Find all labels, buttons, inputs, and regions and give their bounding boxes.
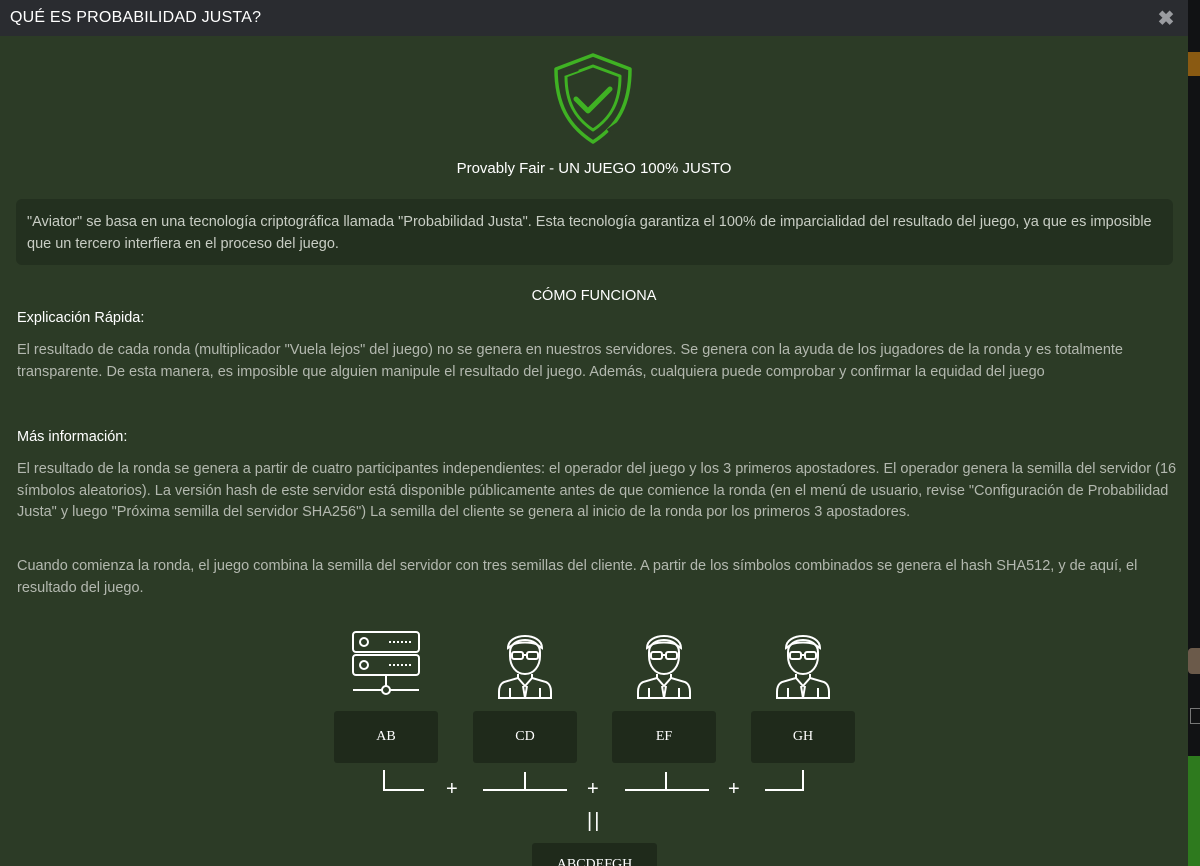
equals-sign: ||: [587, 810, 602, 832]
seed-diagram: AB CD EF GH + + + || ABCDEFGH: [0, 36, 1188, 866]
plus-sign: +: [728, 778, 740, 800]
connector-lines: [383, 770, 804, 791]
modal-content: Provably Fair - UN JUEGO 100% JUSTO "Avi…: [0, 36, 1188, 866]
background-avatar: [1188, 648, 1200, 674]
combined-seed-box: ABCDEFGH: [532, 843, 657, 866]
plus-sign: +: [446, 778, 458, 800]
close-button[interactable]: ✖: [1156, 8, 1176, 30]
plus-sign: +: [587, 778, 599, 800]
modal-title: QUÉ ES PROBABILIDAD JUSTA?: [10, 9, 262, 26]
background-button: [1188, 756, 1200, 866]
background-icon: [1190, 708, 1200, 724]
provably-fair-modal: QUÉ ES PROBABILIDAD JUSTA? ✖ Provably Fa…: [0, 0, 1188, 866]
background-accent: [1188, 52, 1200, 76]
background-strip: [1188, 0, 1200, 866]
modal-header: QUÉ ES PROBABILIDAD JUSTA? ✖: [0, 0, 1188, 36]
